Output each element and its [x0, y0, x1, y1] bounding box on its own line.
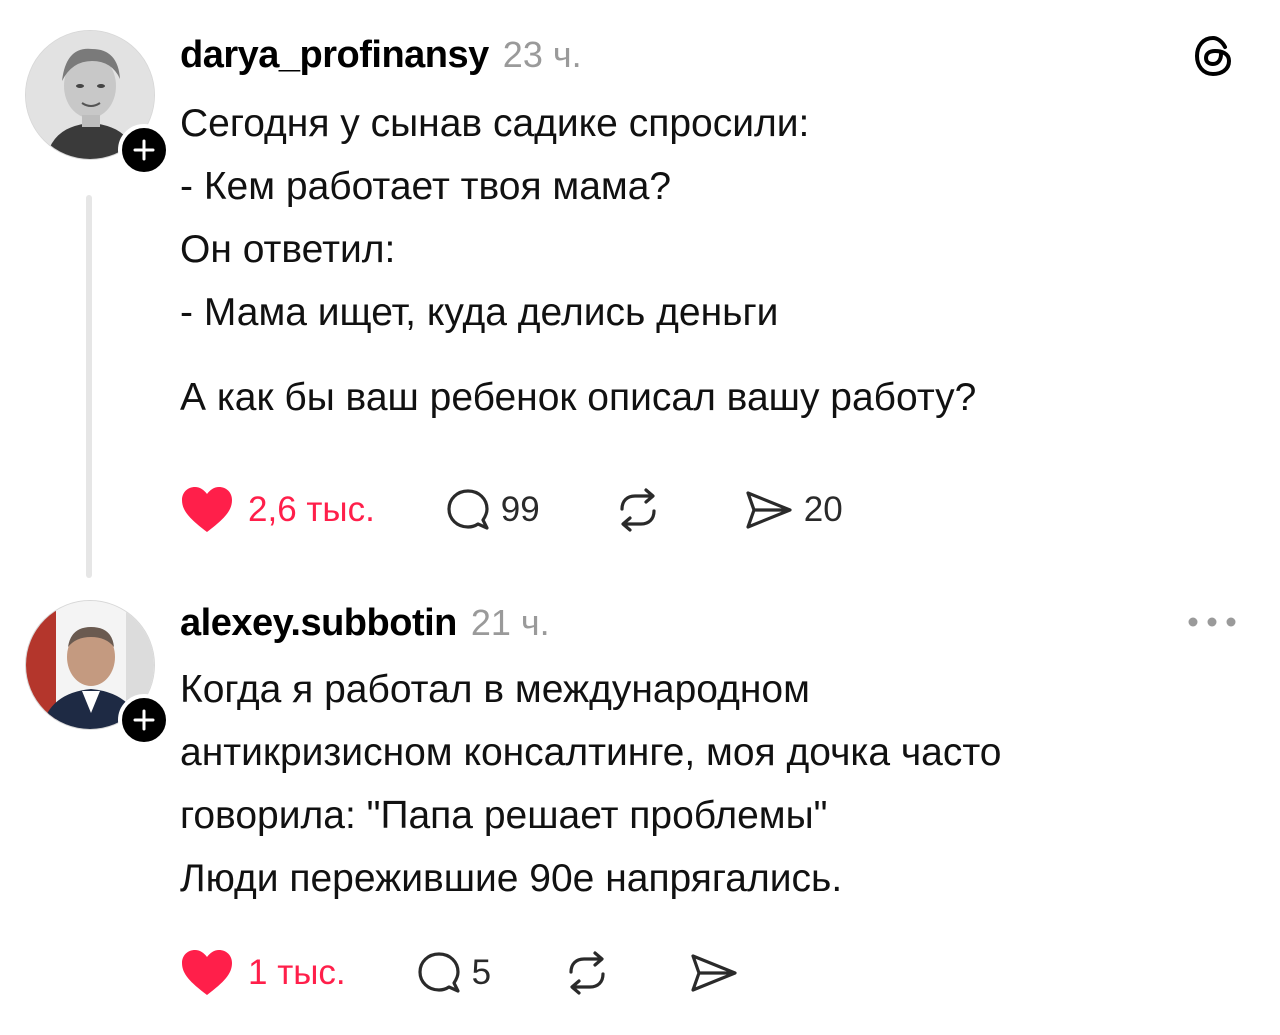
shares-count: 20: [803, 490, 843, 529]
like-button[interactable]: 1 тыс.: [180, 948, 346, 998]
text-line: Сегодня у сынав садике спросили:: [180, 102, 810, 145]
thread-connector-line: [86, 195, 92, 578]
repost-icon: [569, 951, 605, 995]
like-button[interactable]: 2,6 тыс.: [180, 485, 375, 535]
text-line: - Мама ищет, куда делись деньги: [180, 291, 779, 334]
post-header: alexey.subbotin 21 ч.: [180, 602, 550, 645]
repost-button[interactable]: [561, 950, 623, 996]
timestamp: 23 ч.: [502, 34, 582, 75]
post-alexey: alexey.subbotin 21 ч. Когда я работал в …: [0, 590, 1280, 1035]
share-button[interactable]: 20: [744, 489, 843, 531]
text-line: - Кем работает твоя мама?: [180, 165, 672, 208]
username[interactable]: darya_profinansy: [180, 34, 489, 77]
more-options-icon[interactable]: [1182, 604, 1242, 640]
plus-icon: [133, 139, 155, 161]
reply-button[interactable]: 99: [445, 487, 540, 533]
timestamp: 21 ч.: [470, 602, 550, 643]
plus-icon: [133, 709, 155, 731]
send-icon: [746, 491, 792, 529]
share-button[interactable]: [689, 952, 749, 994]
action-bar: 1 тыс. 5: [180, 943, 749, 1003]
text-line: Когда я работал в международном: [180, 668, 810, 711]
username[interactable]: alexey.subbotin: [180, 602, 457, 645]
follow-plus-button[interactable]: [118, 694, 170, 746]
text-line: говорила: "Папа решает проблемы": [180, 794, 828, 837]
heart-filled-icon: [182, 487, 232, 532]
heart-filled-icon: [182, 950, 232, 995]
likes-count: 1 тыс.: [248, 953, 346, 992]
text-line: А как бы ваш ребенок описал вашу работу?: [180, 376, 977, 419]
text-line: антикризисном консалтинге, моя дочка час…: [180, 731, 1002, 774]
post-darya: darya_profinansy 23 ч. Сегодня у сынав с…: [0, 0, 1280, 590]
reply-button[interactable]: 5: [416, 950, 491, 996]
threads-logo-icon[interactable]: [1186, 28, 1242, 84]
text-line: Люди пережившие 90е напрягались.: [180, 857, 843, 900]
post-header: darya_profinansy 23 ч.: [180, 34, 582, 77]
avatar-alexey[interactable]: [25, 600, 170, 746]
post-text: Сегодня у сынав садике спросили: - Кем р…: [180, 92, 1240, 429]
avatar-darya[interactable]: [25, 30, 170, 176]
replies-count: 5: [471, 953, 492, 992]
repost-icon: [620, 488, 656, 532]
follow-plus-button[interactable]: [118, 124, 170, 176]
text-line: Он ответил:: [180, 228, 396, 271]
action-bar: 2,6 тыс. 99 20: [180, 480, 843, 540]
comment-icon: [447, 489, 489, 530]
comment-icon: [418, 952, 460, 993]
replies-count: 99: [500, 490, 540, 529]
likes-count: 2,6 тыс.: [248, 490, 375, 529]
post-text: Когда я работал в международном антикриз…: [180, 658, 1240, 910]
repost-button[interactable]: [612, 487, 674, 533]
send-icon: [691, 954, 737, 992]
